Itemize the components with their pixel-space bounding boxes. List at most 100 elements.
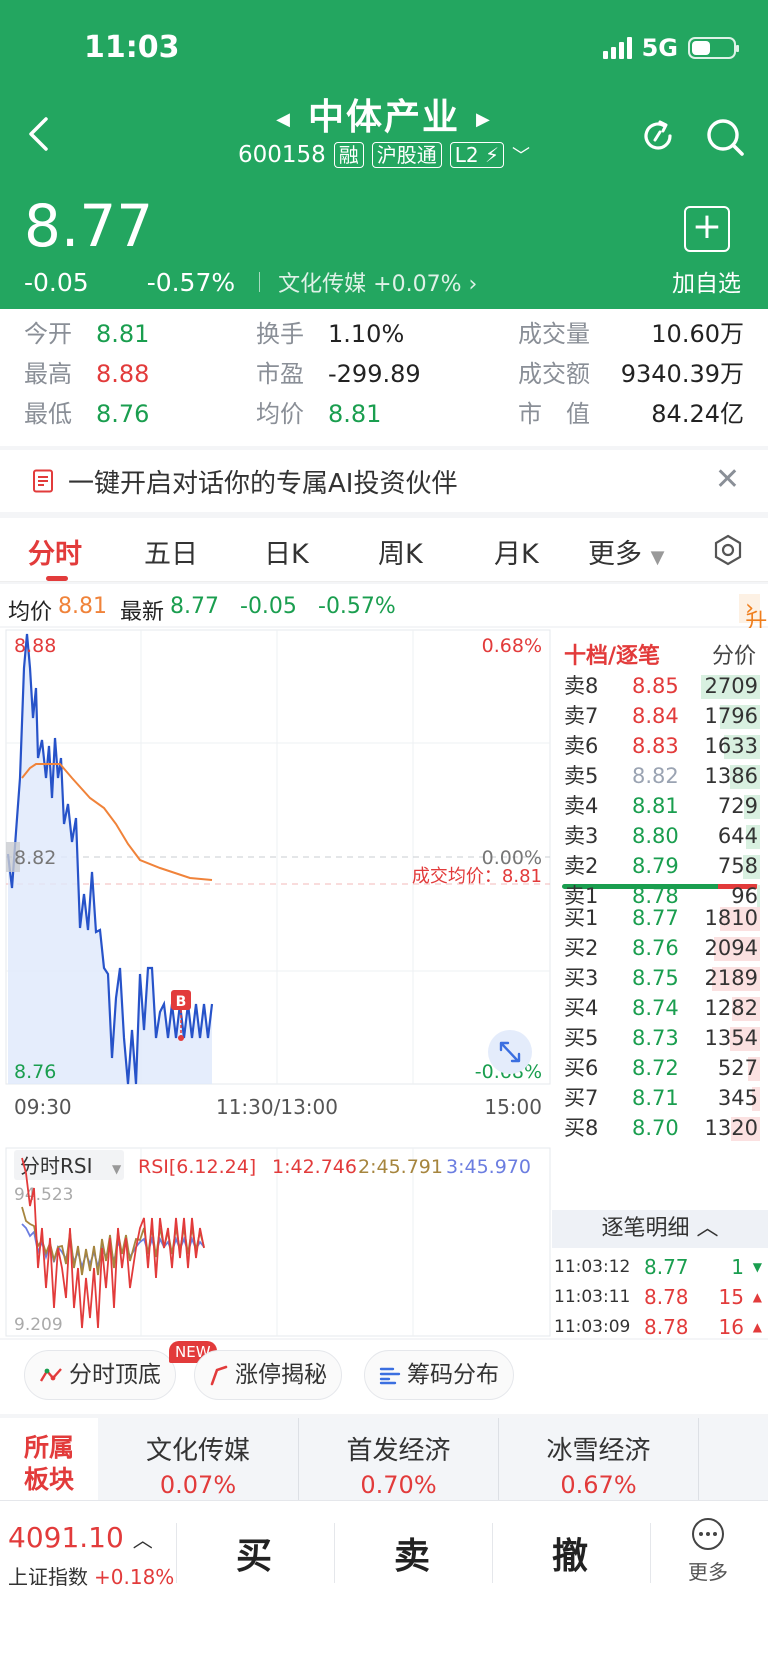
stat-avg: 均价 8.81	[256, 400, 382, 428]
buys-level-row[interactable]: 买1 8.77 1810	[552, 902, 768, 934]
buys-level-row[interactable]: 买4 8.74 1282	[552, 992, 768, 1024]
buys-level-label: 买5	[564, 1026, 599, 1050]
last-label: 最新	[120, 600, 165, 625]
sells-level-row[interactable]: 卖3 8.80 644	[552, 820, 768, 852]
sector-card-0[interactable]: 文化传媒 0.07%	[98, 1418, 298, 1500]
buys-level-label: 买6	[564, 1056, 599, 1080]
buys-level-row[interactable]: 买3 8.75 2189	[552, 962, 768, 994]
sells-level-volume: 1386	[704, 764, 758, 788]
search-icon[interactable]	[704, 116, 746, 158]
chart-tabs: 分时 五日 日K 周K 月K 更多 ▼	[0, 518, 768, 582]
tab-more[interactable]: 更多 ▼	[588, 532, 664, 571]
avg-label: 均价	[8, 600, 53, 625]
tick-detail-header[interactable]: 逐笔明细 ︿	[552, 1210, 768, 1248]
limit-up-button[interactable]: 涨停揭秘	[194, 1350, 342, 1400]
orderbook-title[interactable]: 十档/逐笔	[564, 638, 660, 670]
more-button[interactable]: 更多	[688, 1517, 728, 1585]
rsi-title: 分时RSI	[20, 1154, 93, 1178]
sells-level-row[interactable]: 卖5 8.82 1386	[552, 760, 768, 792]
sells-level-price: 8.83	[632, 734, 679, 758]
index-info: 上证指数 +0.18%	[8, 1565, 175, 1589]
add-watchlist-button[interactable]: +	[684, 206, 730, 252]
chip-distribution-label: 筹码分布	[407, 1362, 499, 1388]
tick-price: 8.77	[644, 1255, 689, 1279]
prev-stock-icon[interactable]: ◀	[276, 109, 292, 130]
tab-daily-k[interactable]: 日K	[264, 532, 309, 571]
buys-level-label: 买2	[564, 936, 599, 960]
close-icon[interactable]: ✕	[715, 462, 740, 497]
settings-icon[interactable]	[712, 534, 744, 566]
more-dots-icon	[692, 1518, 724, 1550]
sells-level-row[interactable]: 卖7 8.84 1796	[552, 700, 768, 732]
buys-level-volume: 1810	[704, 906, 758, 930]
buys-level-row[interactable]: 买7 8.71 345	[552, 1082, 768, 1114]
info-change-pct: -0.57%	[318, 594, 396, 619]
order-book[interactable]: 十档/逐笔 分价 逐笔明细 ︿ 卖8 8.85 2709 卖7 8.84 1796 卖6 8.…	[552, 628, 768, 1339]
tick-direction-icon: ▲	[752, 1320, 762, 1334]
y-label-mid: 8.82	[14, 847, 56, 869]
signal-icon	[602, 37, 632, 59]
sells-level-row[interactable]: 卖8 8.85 2709	[552, 670, 768, 702]
tick-time: 11:03:09	[554, 1317, 631, 1337]
tab-monthly-k[interactable]: 月K	[494, 532, 539, 571]
buys-level-label: 买1	[564, 906, 599, 930]
last-value: 8.77	[170, 594, 219, 619]
sell-button[interactable]: 卖	[394, 1527, 430, 1579]
sector-card-1[interactable]: 首发经济 0.70%	[298, 1418, 498, 1500]
stat-volume: 成交量 10.60万	[518, 320, 744, 348]
chevron-down-icon[interactable]: ﹀	[512, 142, 530, 168]
sector-name: 文化传媒	[278, 272, 367, 297]
sells-level-row[interactable]: 卖6 8.83 1633	[552, 730, 768, 762]
buys-level-volume: 527	[717, 1056, 758, 1080]
buys-level-price: 8.77	[632, 906, 679, 930]
buys-level-row[interactable]: 买6 8.72 527	[552, 1052, 768, 1084]
refresh-icon[interactable]	[638, 116, 678, 156]
y-label-high: 8.88	[14, 635, 56, 657]
sells-level-row[interactable]: 卖2 8.79 758	[552, 850, 768, 882]
x-label-noon: 11:30/13:00	[216, 1095, 338, 1119]
buys-level-price: 8.71	[632, 1086, 679, 1110]
intraday-chart-svg[interactable]: B 8.88 8.82 8.76 0.68% 0.00% -0.68% 成交均价…	[0, 628, 552, 1338]
tab-indicator	[46, 576, 68, 581]
current-price: 8.77	[24, 192, 154, 260]
price-dist-tab[interactable]: 分价	[712, 638, 756, 670]
ai-banner[interactable]: 一键开启对话你的专属AI投资伙伴 ✕	[0, 450, 768, 512]
stat-open: 今开 8.81	[24, 320, 150, 348]
stock-header: 11:03 5G ◀ 中体产业 ▶ 600158 融 沪股通 L2 ⚡ ﹀ 8.77…	[0, 0, 768, 309]
upsell-link[interactable]: 升级盘中实时信号 ›	[739, 594, 767, 859]
tick-direction-icon: ▲	[752, 1290, 762, 1304]
buys-level-row[interactable]: 买5 8.73 1354	[552, 1022, 768, 1054]
add-watchlist-label[interactable]: 加自选	[672, 264, 741, 298]
fullscreen-button[interactable]	[488, 1030, 532, 1074]
sector-link[interactable]: 文化传媒 +0.07% ›	[278, 266, 477, 298]
tab-weekly-k[interactable]: 周K	[378, 532, 423, 571]
sector-label: 所属板块	[0, 1418, 98, 1500]
rsi-dropdown-icon[interactable]: ▼	[112, 1162, 122, 1176]
tick-direction-icon: ▼	[752, 1260, 762, 1274]
price-change-pct: -0.57%	[146, 267, 236, 297]
rsi-axis-top: 94.523	[14, 1185, 73, 1205]
intraday-chart[interactable]: B 8.88 8.82 8.76 0.68% 0.00% -0.68% 成交均价…	[0, 628, 552, 1338]
level2-tag[interactable]: L2 ⚡	[449, 142, 505, 168]
next-stock-icon[interactable]: ▶	[476, 109, 492, 130]
index-ticker[interactable]: 4091.10 ︿	[8, 1521, 153, 1554]
cancel-order-button[interactable]: 撤	[552, 1527, 588, 1579]
tab-five-day[interactable]: 五日	[144, 532, 198, 571]
buy-button[interactable]: 买	[236, 1527, 272, 1579]
bottom-trade-bar: 4091.10 ︿ 上证指数 +0.18% 买 卖 撤 更多	[0, 1500, 768, 1663]
sells-level-row[interactable]: 卖4 8.81 729	[552, 790, 768, 822]
tab-intraday[interactable]: 分时	[28, 532, 82, 571]
buys-level-row[interactable]: 买2 8.76 2094	[552, 932, 768, 964]
margin-tag: 融	[333, 142, 364, 168]
sector-card-2[interactable]: 冰雪经济 0.67%	[498, 1418, 698, 1500]
buys-level-row[interactable]: 买8 8.70 1320	[552, 1112, 768, 1144]
more-label: 更多	[688, 1560, 728, 1584]
sector-card-overflow[interactable]	[698, 1418, 768, 1500]
chip-distribution-button[interactable]: 筹码分布	[364, 1350, 514, 1400]
avg-price-note: 成交均价：8.81	[412, 866, 542, 887]
rsi-value-3: 3:45.970	[446, 1156, 531, 1178]
sells-level-label: 卖3	[564, 824, 599, 848]
intraday-top-bottom-button[interactable]: 分时顶底 NEW	[24, 1341, 217, 1400]
tick-price: 8.78	[644, 1285, 689, 1309]
pct-label-high: 0.68%	[482, 635, 542, 657]
